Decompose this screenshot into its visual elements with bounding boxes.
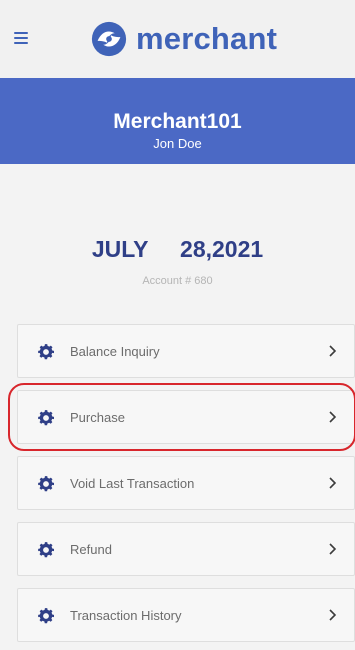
gear-icon [38, 476, 54, 492]
user-name: Jon Doe [153, 136, 202, 151]
gear-icon [38, 542, 54, 558]
gear-icon [38, 344, 54, 360]
hamburger-menu-icon[interactable] [14, 32, 28, 44]
chevron-right-icon [329, 411, 337, 423]
date-day-year: 28,2021 [180, 236, 264, 262]
menu-item-balance-inquiry[interactable]: Balance Inquiry [17, 324, 355, 378]
menu-item-transaction-history[interactable]: Transaction History [17, 588, 355, 642]
merchant-name: Merchant101 [113, 110, 242, 133]
menu-item-refund[interactable]: Refund [17, 522, 355, 576]
menu-item-label: Balance Inquiry [70, 344, 160, 359]
chevron-right-icon [329, 477, 337, 489]
top-bar: merchant [0, 0, 355, 78]
menu-item-label: Void Last Transaction [70, 476, 195, 491]
merchant-header: Merchant101 Jon Doe [0, 78, 355, 164]
account-number: Account # 680 [142, 275, 213, 287]
date-month: JULY [91, 236, 149, 262]
menu-item-purchase[interactable]: Purchase [17, 390, 355, 444]
date-display: JULY 28,2021 [0, 236, 355, 263]
gear-icon [38, 410, 54, 426]
menu-item-label: Purchase [70, 410, 125, 425]
merchant-logo-icon [91, 21, 127, 57]
menu-item-void-last-transaction[interactable]: Void Last Transaction [17, 456, 355, 510]
menu-item-label: Refund [70, 542, 112, 557]
gear-icon [38, 608, 54, 624]
chevron-right-icon [329, 609, 337, 621]
app-logo: merchant [90, 16, 277, 62]
chevron-right-icon [329, 543, 337, 555]
chevron-right-icon [329, 345, 337, 357]
menu-item-label: Transaction History [70, 608, 182, 623]
app-title: merchant [136, 21, 278, 56]
